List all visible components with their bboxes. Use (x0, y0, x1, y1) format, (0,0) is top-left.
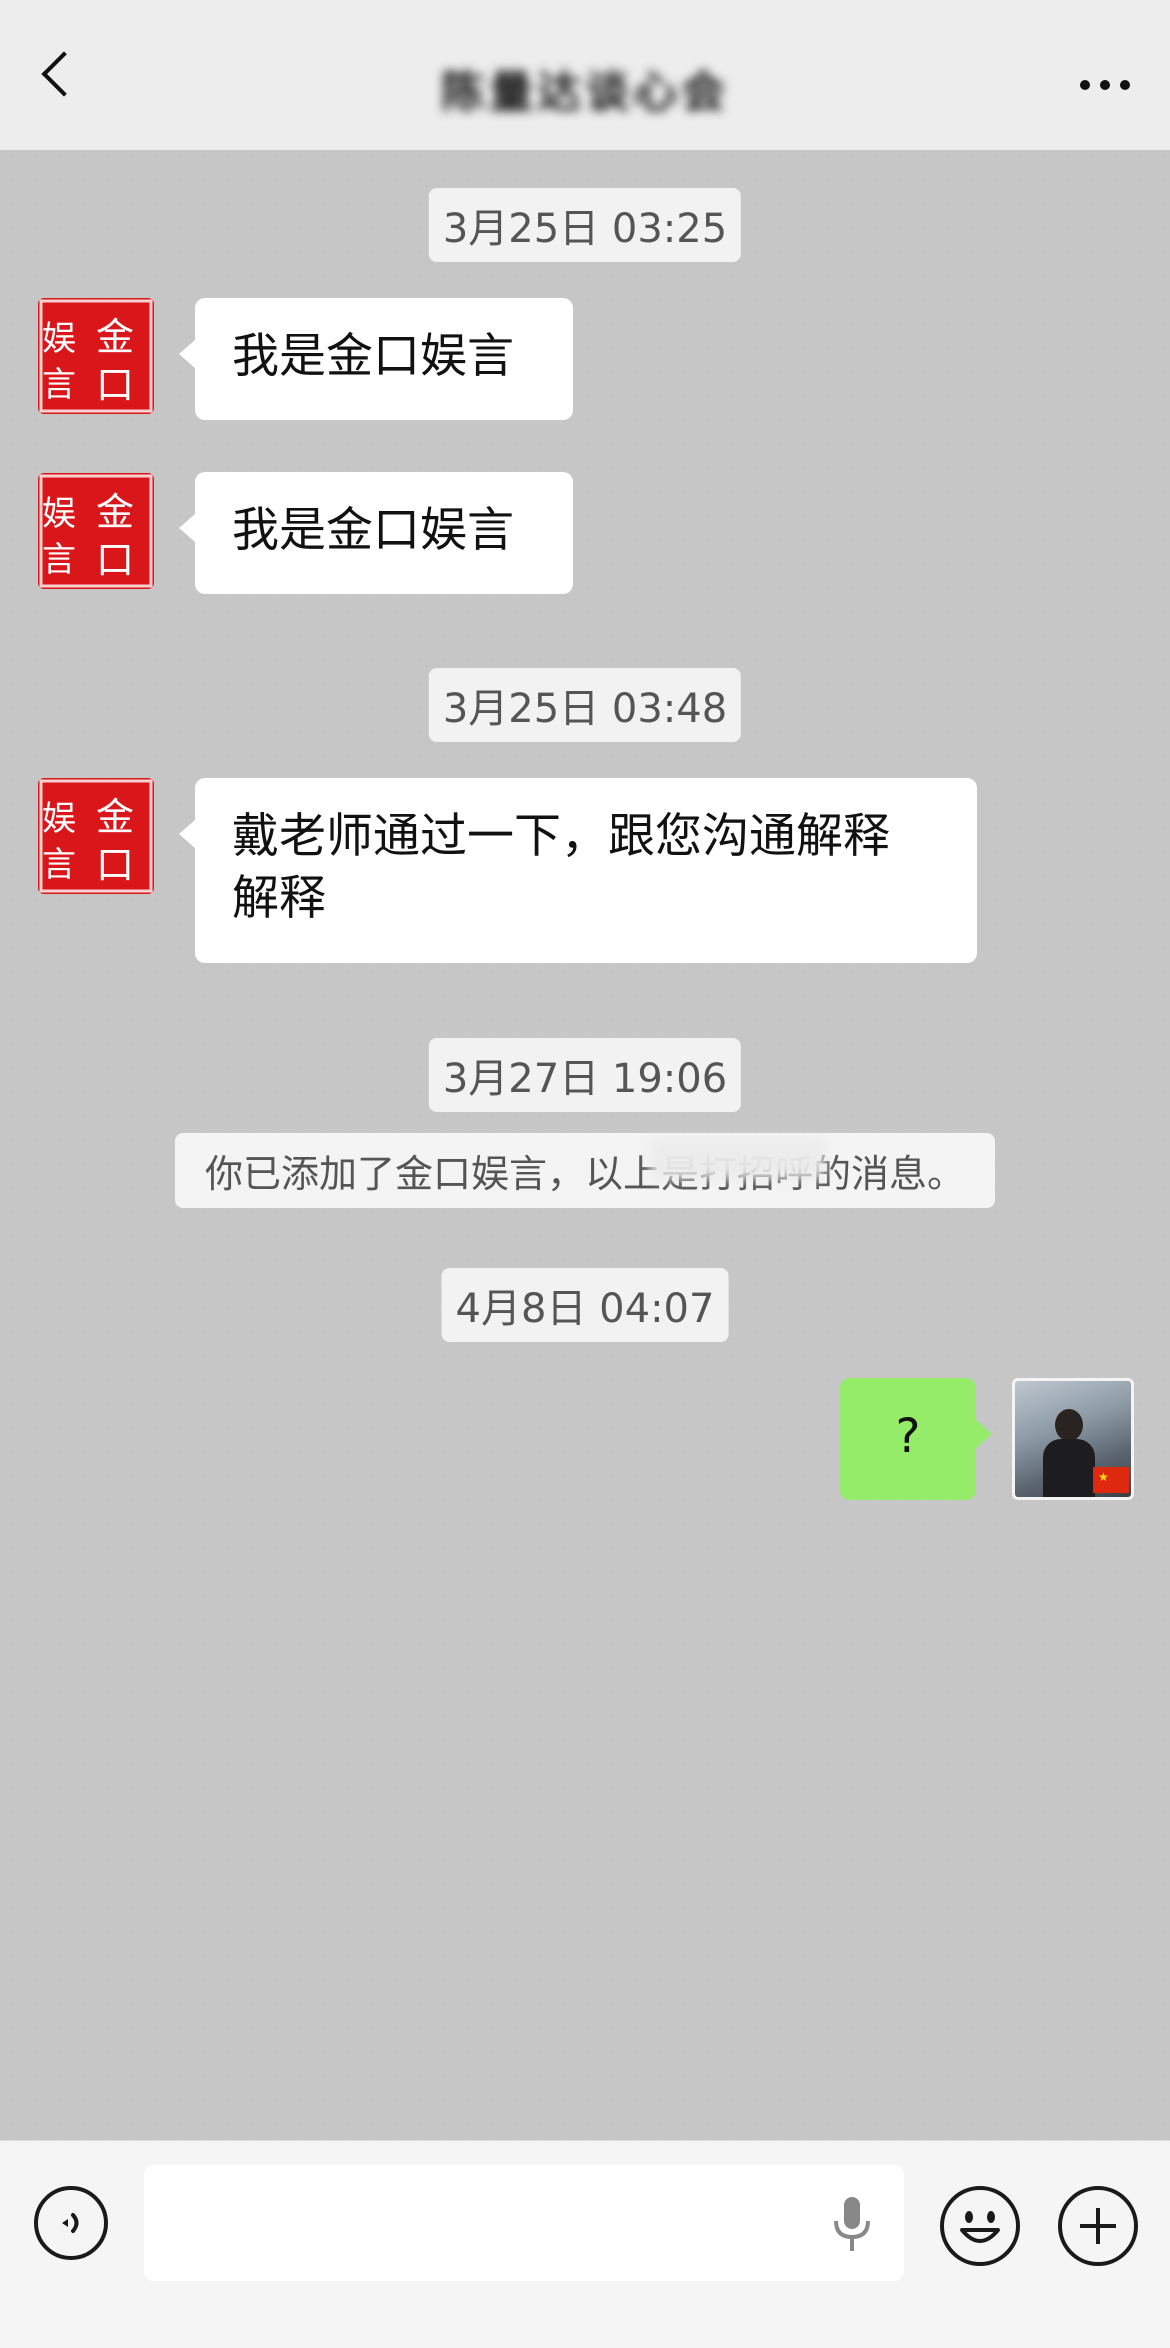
input-bar (0, 2140, 1170, 2348)
svg-text:言: 言 (42, 845, 76, 885)
received-message[interactable]: 我是金口娱言 (179, 298, 573, 420)
timestamp: 3月25日 03:25 (428, 188, 742, 262)
svg-text:口: 口 (96, 363, 134, 407)
seal-logo-avatar[interactable]: 娱 言 金 口 (38, 778, 154, 894)
message-list[interactable]: 3月25日 03:25 娱 言 金 口 我是金口娱言 娱 言 金 口 我是金口娱… (0, 150, 1170, 2140)
received-message[interactable]: 我是金口娱言 (179, 472, 573, 594)
redaction-blur (649, 1139, 825, 1179)
svg-text:金: 金 (96, 315, 134, 359)
system-notice-text: 你已添加了金口娱言，以上是打招呼的消息。 (204, 1152, 966, 1196)
timestamp: 3月27日 19:06 (428, 1038, 742, 1112)
svg-text:言: 言 (42, 365, 76, 405)
voice-mode-icon[interactable] (34, 2186, 108, 2260)
microphone-icon[interactable] (830, 2195, 874, 2255)
svg-text:口: 口 (96, 843, 134, 887)
received-message[interactable]: 戴老师通过一下，跟您沟通解释 解释 (179, 778, 977, 963)
svg-text:口: 口 (96, 538, 134, 582)
svg-text:娱: 娱 (42, 799, 76, 839)
timestamp: 3月25日 03:48 (428, 668, 742, 742)
timestamp: 4月8日 04:07 (441, 1268, 729, 1342)
emoji-icon[interactable] (940, 2186, 1020, 2266)
seal-logo-avatar[interactable]: 娱 言 金 口 (38, 473, 154, 589)
more-horizontal-icon[interactable] (1080, 80, 1130, 90)
chat-title[interactable]: 陈量达谈心会 (0, 56, 1170, 120)
system-notice: 你已添加了金口娱言，以上是打招呼的消息。 (174, 1133, 996, 1208)
user-photo-avatar[interactable]: ★ (1012, 1378, 1134, 1500)
svg-text:金: 金 (96, 795, 134, 839)
svg-text:金: 金 (96, 490, 134, 534)
seal-logo-avatar[interactable]: 娱 言 金 口 (38, 298, 154, 414)
message-line: 戴老师通过一下，跟您沟通解释 (232, 809, 890, 864)
svg-text:娱: 娱 (42, 319, 76, 359)
china-flag-icon: ★ (1093, 1467, 1129, 1493)
message-line: 解释 (232, 871, 326, 926)
chat-header: 陈量达谈心会 (0, 0, 1170, 150)
svg-text:娱: 娱 (42, 494, 76, 534)
svg-text:言: 言 (42, 540, 76, 580)
person-silhouette (1043, 1409, 1095, 1497)
sent-message[interactable]: ? (840, 1378, 992, 1500)
plus-icon[interactable] (1058, 2186, 1138, 2266)
message-input[interactable] (144, 2165, 904, 2281)
